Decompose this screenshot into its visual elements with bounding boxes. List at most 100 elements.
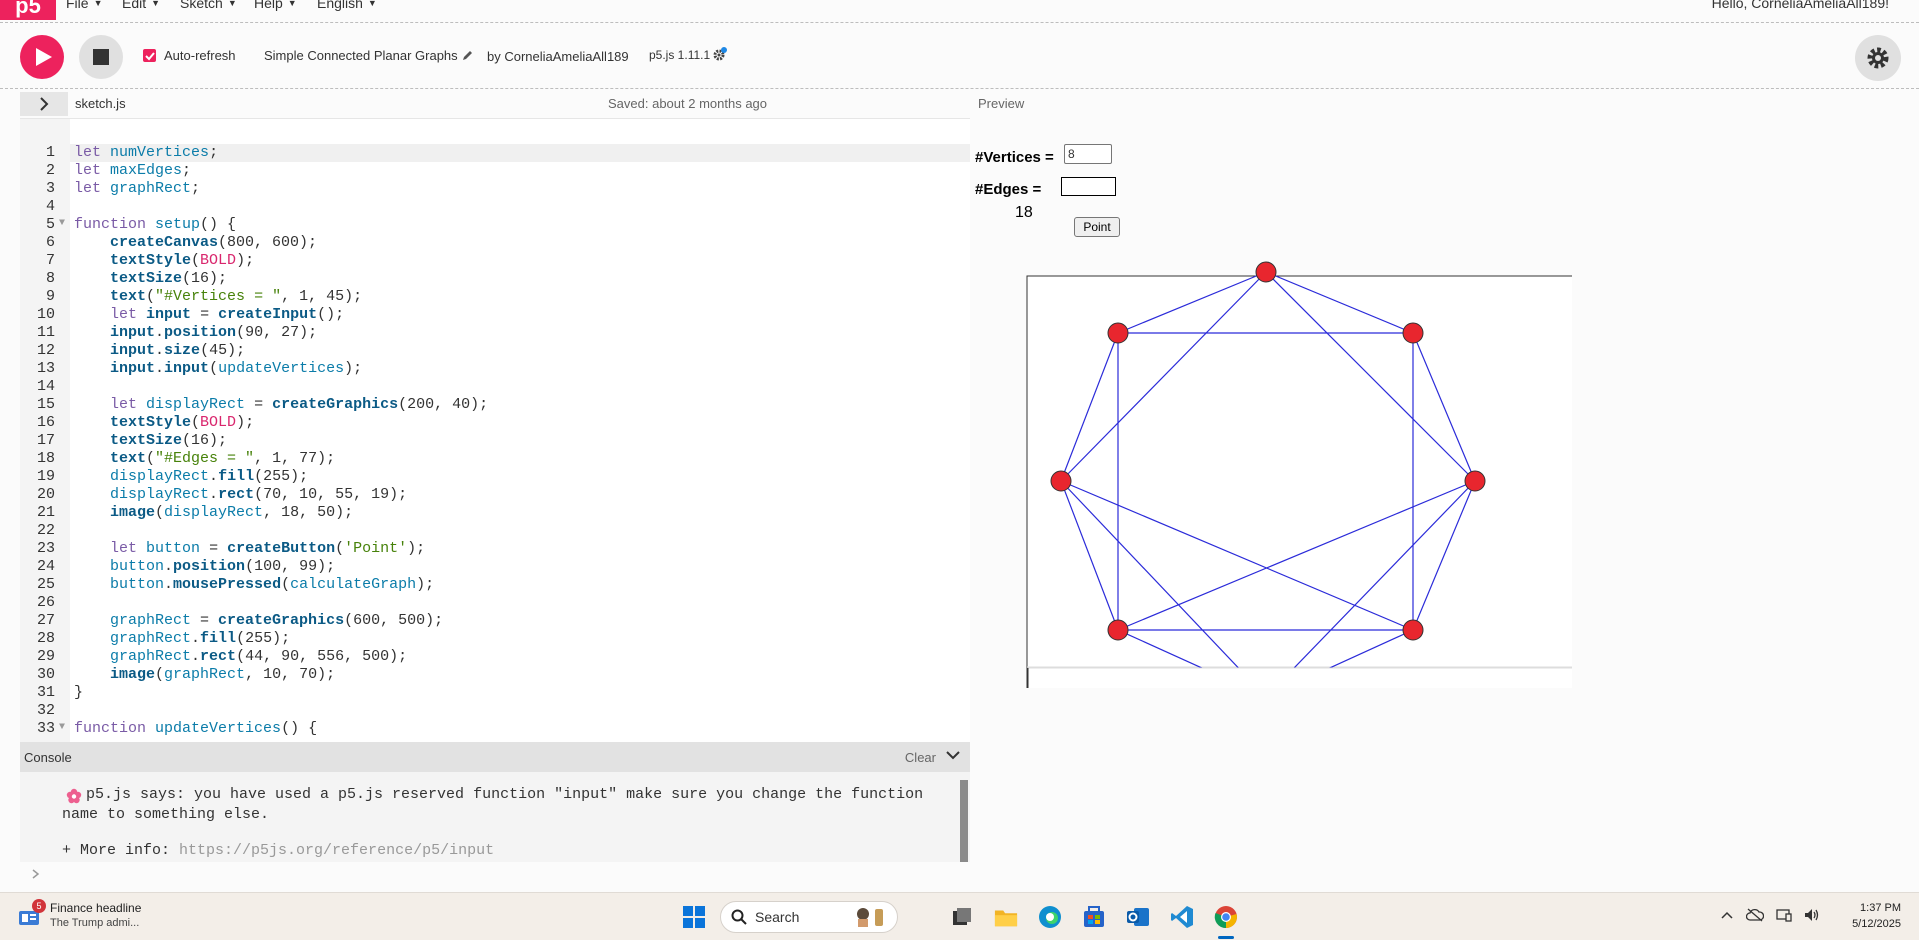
volume-icon[interactable] (1804, 908, 1820, 922)
network-icon[interactable] (1776, 908, 1792, 922)
outlook-icon[interactable] (1126, 905, 1150, 929)
code-line[interactable]: 22 (20, 522, 960, 540)
chrome-icon[interactable] (1214, 905, 1238, 929)
stop-icon (93, 49, 109, 65)
code-line[interactable]: 15 let displayRect = createGraphics(200,… (20, 396, 960, 414)
chevron-down-icon: ▼ (287, 0, 297, 8)
code-line[interactable]: 26 (20, 594, 960, 612)
code-line[interactable]: 4 (20, 198, 960, 216)
code-text: graphRect.fill(255); (110, 630, 291, 647)
file-explorer-icon[interactable] (994, 905, 1018, 929)
code-line[interactable]: 11 input.position(90, 27); (20, 324, 960, 342)
console-scrollbar[interactable] (960, 780, 968, 862)
code-line[interactable]: 5 ▼ function setup() { (20, 216, 960, 234)
line-number: 18 (36, 450, 55, 467)
project-owner[interactable]: by CorneliaAmeliaAll189 (487, 49, 629, 64)
code-line[interactable]: 25 button.mousePressed(calculateGraph); (20, 576, 960, 594)
code-line[interactable]: 19 displayRect.fill(255); (20, 468, 960, 486)
code-line[interactable]: 16 textStyle(BOLD); (20, 414, 960, 432)
play-button[interactable] (20, 35, 64, 79)
code-text: let input = createInput(); (110, 306, 345, 323)
auto-refresh-checkbox[interactable] (143, 49, 156, 62)
clock[interactable]: 1:37 PM 5/12/2025 (1852, 900, 1901, 932)
saved-status: Saved: about 2 months ago (608, 96, 768, 111)
code-line[interactable]: 24 button.position(100, 99); (20, 558, 960, 576)
vertices-input[interactable]: 8 (1064, 144, 1112, 164)
onedrive-icon[interactable] (1746, 908, 1764, 922)
edge-browser-icon[interactable] (1038, 905, 1062, 929)
code-line[interactable]: 6 createCanvas(800, 600); (20, 234, 960, 252)
line-number: 5 (45, 216, 55, 233)
code-line[interactable]: 27 graphRect = createGraphics(600, 500); (20, 612, 960, 630)
menu-help[interactable]: Help ▼ (254, 0, 297, 11)
code-line[interactable]: 18 text("#Edges = ", 1, 77); (20, 450, 960, 468)
line-number: 9 (45, 288, 55, 305)
code-line[interactable]: 13 input.input(updateVertices); (20, 360, 960, 378)
vscode-icon[interactable] (1170, 905, 1194, 929)
file-tab[interactable]: sketch.js (75, 96, 126, 111)
code-text: textStyle(BOLD); (110, 252, 255, 269)
code-lines[interactable]: 1 let numVertices; 2 let maxEdges; 3 let grap… (20, 144, 960, 738)
auto-refresh-toggle[interactable]: Auto-refresh (143, 48, 236, 63)
graph-canvas[interactable] (972, 253, 1572, 688)
code-line[interactable]: 9 text("#Vertices = ", 1, 45); (20, 288, 960, 306)
code-line[interactable]: 31} (20, 684, 960, 702)
chevron-down-icon[interactable] (946, 748, 960, 762)
chevron-down-icon: ▼ (227, 0, 237, 8)
code-line[interactable]: 1 let numVertices; (20, 144, 960, 162)
pencil-icon[interactable] (462, 50, 473, 61)
windows-start-icon[interactable] (682, 905, 706, 929)
point-button[interactable]: Point (1074, 217, 1120, 237)
console-clear-button[interactable]: Clear (905, 750, 936, 765)
menu-sketch[interactable]: Sketch ▼ (180, 0, 237, 11)
user-greeting[interactable]: Hello, CorneliaAmeliaAll189! (1712, 0, 1889, 11)
sidebar-toggle[interactable] (20, 92, 68, 116)
code-line[interactable]: 8 textSize(16); (20, 270, 960, 288)
task-view-icon[interactable] (950, 905, 974, 929)
line-number: 14 (36, 378, 55, 395)
code-text: textSize(16); (110, 270, 228, 287)
news-widget[interactable]: 5 Finance headline The Trump admi... (18, 899, 141, 929)
code-line[interactable]: 2 let maxEdges; (20, 162, 960, 180)
clock-time: 1:37 PM (1860, 902, 1901, 914)
code-line[interactable]: 12 input.size(45); (20, 342, 960, 360)
console-output: p5.js says: you have used a p5.js reserv… (20, 772, 970, 862)
chevron-up-icon[interactable] (1720, 908, 1734, 922)
code-line[interactable]: 29 graphRect.rect(44, 90, 556, 500); (20, 648, 960, 666)
taskbar-search[interactable]: Search (720, 901, 898, 933)
project-name-text: Simple Connected Planar Graphs (264, 48, 458, 63)
settings-button[interactable] (1855, 35, 1901, 81)
code-line[interactable]: 28 graphRect.fill(255); (20, 630, 960, 648)
code-line[interactable]: 7 textStyle(BOLD); (20, 252, 960, 270)
code-line[interactable]: 10 let input = createInput(); (20, 306, 960, 324)
news-subtitle: The Trump admi... (50, 917, 140, 929)
store-icon[interactable] (1082, 905, 1106, 929)
more-info-link[interactable]: https://p5js.org/reference/p5/input (179, 842, 494, 859)
code-line[interactable]: 33 ▼ function updateVertices() { (20, 720, 960, 738)
line-number: 28 (36, 630, 55, 647)
menu-edit[interactable]: Edit ▼ (122, 0, 160, 11)
project-name[interactable]: Simple Connected Planar Graphs (264, 48, 473, 63)
stop-button[interactable] (79, 35, 123, 79)
code-editor[interactable]: 1 let numVertices; 2 let maxEdges; 3 let grap… (20, 118, 970, 742)
taskbar: 5 Finance headline The Trump admi... Sea… (0, 892, 1919, 940)
code-line[interactable]: 21 image(displayRect, 18, 50); (20, 504, 960, 522)
code-line[interactable]: 14 (20, 378, 960, 396)
fold-arrow-icon[interactable]: ▼ (59, 215, 65, 233)
menu-file[interactable]: File ▼ (66, 0, 102, 11)
version-selector[interactable]: p5.js 1.11.1 (649, 48, 725, 62)
code-text: button.position(100, 99); (110, 558, 336, 575)
code-line[interactable]: 23 let button = createButton('Point'); (20, 540, 960, 558)
console-prompt[interactable] (32, 867, 40, 882)
code-line[interactable]: 30 image(graphRect, 10, 70); (20, 666, 960, 684)
p5-logo[interactable]: p5 (0, 0, 56, 20)
menu-language[interactable]: English ▼ (317, 0, 377, 11)
search-label: Search (755, 909, 800, 925)
fold-arrow-icon[interactable]: ▼ (59, 719, 65, 737)
code-line[interactable]: 20 displayRect.rect(70, 10, 55, 19); (20, 486, 960, 504)
code-text: let numVertices; (74, 144, 219, 161)
code-line[interactable]: 3 let graphRect; (20, 180, 960, 198)
graph-vertex (1107, 322, 1129, 344)
code-line[interactable]: 32 (20, 702, 960, 720)
code-line[interactable]: 17 textSize(16); (20, 432, 960, 450)
